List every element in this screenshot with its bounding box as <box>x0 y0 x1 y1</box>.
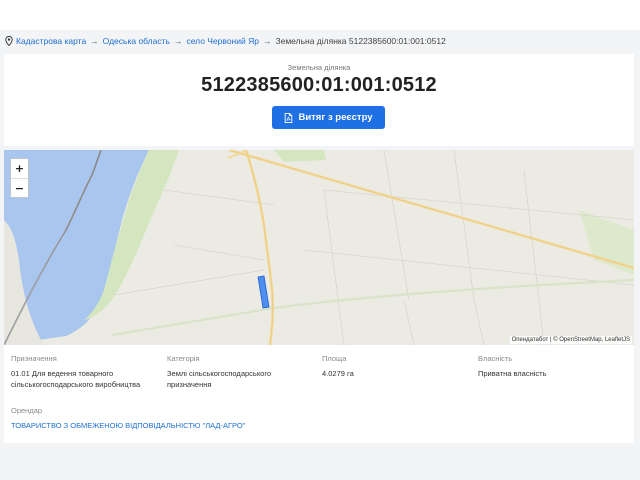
field-tenant: Орендар ТОВАРИСТВО З ОБМЕЖЕНОЮ ВІДПОВІДА… <box>11 406 245 431</box>
field-area-label: Площа <box>322 354 347 363</box>
breadcrumb-link-village[interactable]: село Червоний Яр <box>186 36 259 46</box>
breadcrumb-current: Земельна ділянка 5122385600:01:001:0512 <box>275 36 446 46</box>
breadcrumb-link-region[interactable]: Одеська область <box>103 36 170 46</box>
map-pin-icon <box>5 36 13 46</box>
zoom-control: + − <box>10 158 29 198</box>
field-category-value: Землі сільськогосподарського призначення <box>167 368 317 390</box>
page-subtitle: Земельна ділянка <box>287 63 351 72</box>
page-title: 5122385600:01:001:0512 <box>201 74 437 96</box>
field-purpose: Призначення 01.01 Для ведення товарного … <box>11 354 161 390</box>
field-area-value: 4.0279 га <box>322 369 354 378</box>
parcel-header-card: Земельна ділянка 5122385600:01:001:0512 … <box>4 54 634 146</box>
map-canvas <box>4 150 634 345</box>
map-attribution: Опендатабот | © OpenStreetMap, LeafletJS <box>509 336 632 344</box>
attribution-separator: | © <box>548 337 560 343</box>
tenant-link[interactable]: ТОВАРИСТВО З ОБМЕЖЕНОЮ ВІДПОВІДАЛЬНІСТЮ … <box>11 420 411 431</box>
zoom-out-button[interactable]: − <box>11 178 28 197</box>
field-area: Площа 4.0279 га <box>322 354 472 379</box>
breadcrumb-separator: → <box>262 36 272 46</box>
field-category: Категорія Землі сільськогосподарського п… <box>167 354 317 390</box>
field-category-label: Категорія <box>167 354 200 363</box>
field-category-line: призначення <box>167 380 212 389</box>
parcel-details-card: Призначення 01.01 Для ведення товарного … <box>4 345 634 443</box>
breadcrumb: Кадастрова карта → Одеська область → сел… <box>5 35 446 47</box>
field-purpose-label: Призначення <box>11 354 57 363</box>
field-tenant-label: Орендар <box>11 406 43 415</box>
breadcrumb-link-cadastral-map[interactable]: Кадастрова карта <box>16 36 86 46</box>
zoom-in-button[interactable]: + <box>11 159 28 178</box>
top-bar <box>0 0 640 30</box>
field-purpose-line: сільськогосподарського виробництва <box>11 380 141 389</box>
breadcrumb-separator: → <box>173 36 183 46</box>
attribution-link-osm[interactable]: OpenStreetMap <box>559 337 601 343</box>
field-purpose-value: 01.01 Для ведення товарного сільськогосп… <box>11 368 161 390</box>
field-purpose-line: 01.01 Для ведення товарного <box>11 369 114 378</box>
attribution-link-leaflet[interactable]: LeafletJS <box>605 337 630 343</box>
attribution-link-opendatabot[interactable]: Опендатабот <box>512 337 549 343</box>
registry-extract-label: Витяг з реєстру <box>298 112 373 123</box>
registry-extract-button[interactable]: Витяг з реєстру <box>272 106 385 129</box>
field-ownership: Власність Приватна власність <box>478 354 628 379</box>
field-ownership-value: Приватна власність <box>478 369 547 378</box>
document-pdf-icon <box>285 112 293 123</box>
breadcrumb-separator: → <box>90 36 99 46</box>
cadastral-map[interactable]: + − Опендатабот | © OpenStreetMap, Leafl… <box>4 150 634 345</box>
field-category-line: Землі сільськогосподарського <box>167 369 272 378</box>
field-ownership-label: Власність <box>478 354 513 363</box>
